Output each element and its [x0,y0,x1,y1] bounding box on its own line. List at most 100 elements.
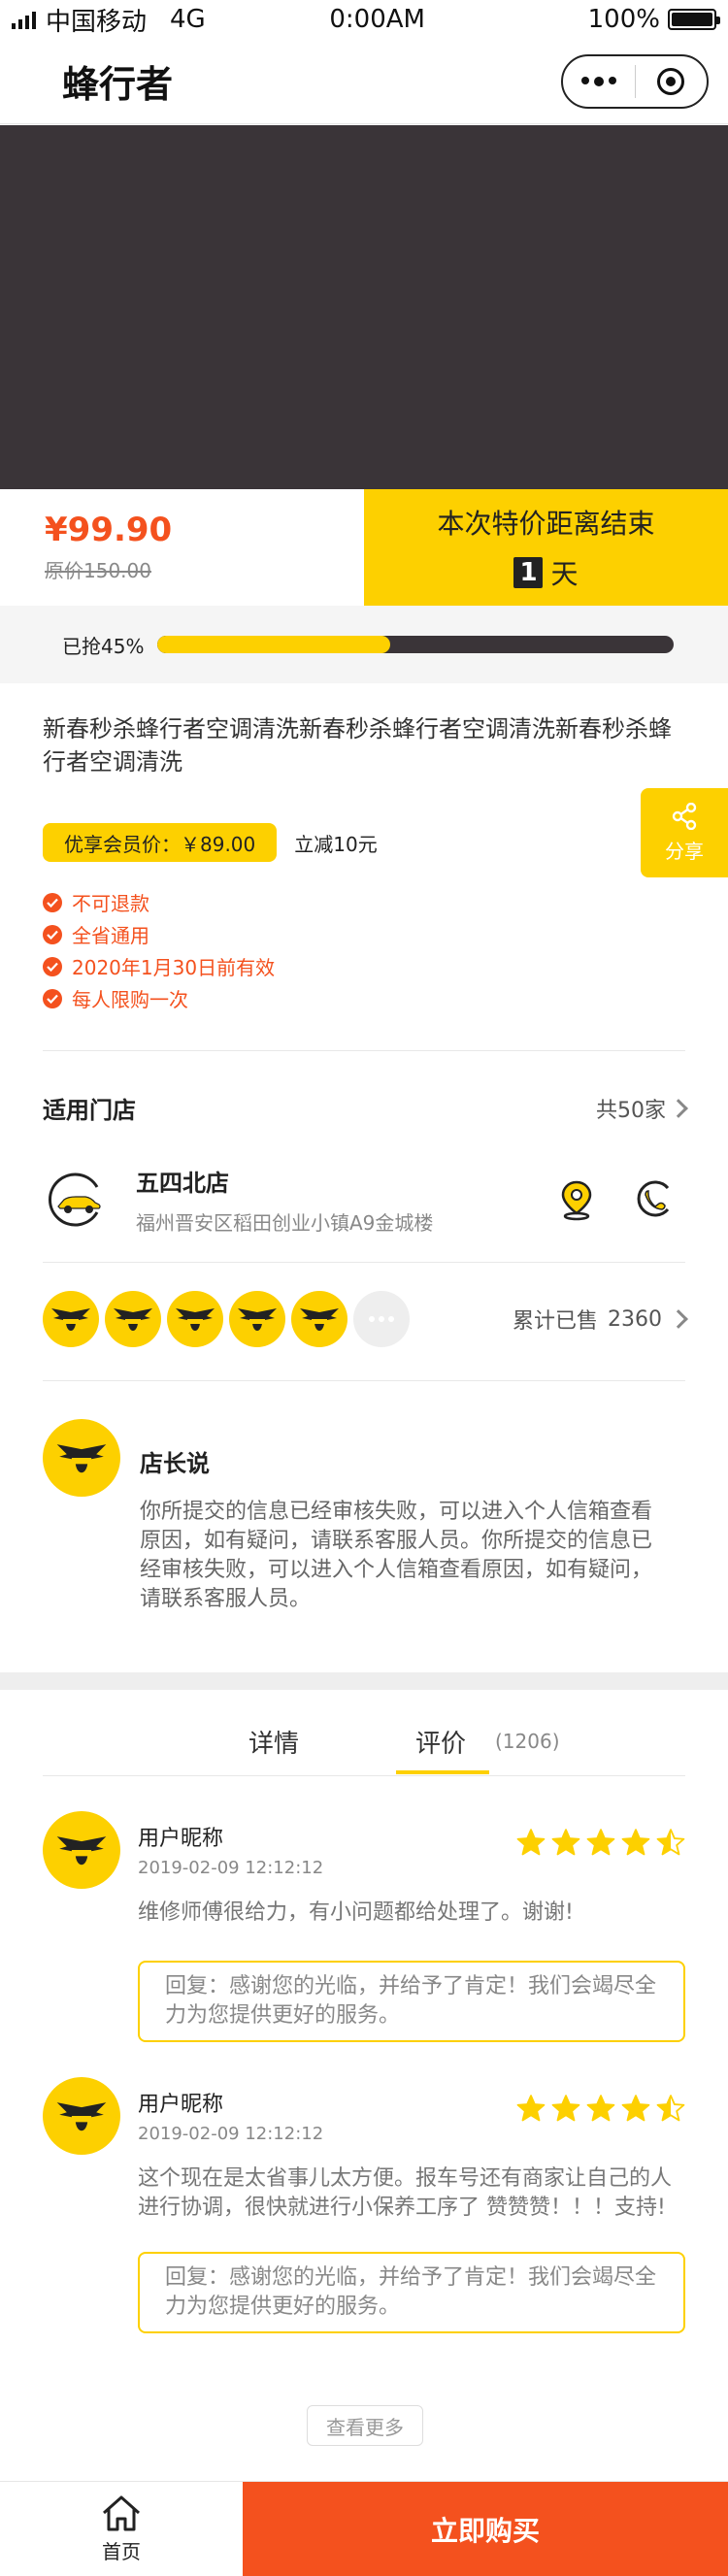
review-item: 用户昵称 2019-02-09 12:12:12 这个现在是太省事儿太方便。报车… [43,2077,685,2333]
divider [43,1380,685,1381]
reviewer-name: 用户昵称 [138,1827,224,1851]
bee-logo-icon [51,1308,90,1331]
chevron-right-icon [669,1098,688,1118]
store-address: 福州晋安区稻田创业小镇A9金城楼 [136,1211,434,1235]
tab-reviews[interactable]: 评价 [415,1724,466,1760]
home-tab[interactable]: 首页 [0,2482,243,2576]
current-price: ¥99.90 [45,511,173,549]
page-title: 蜂行者 [62,63,174,106]
tab-details[interactable]: 详情 [248,1724,299,1760]
phone-icon[interactable] [635,1178,676,1219]
review-item: 用户昵称 2019-02-09 12:12:12 维修师傅很给力，有小问题都给处… [43,1811,685,2042]
more-buyers-icon [353,1291,410,1347]
buyer-avatars [43,1291,410,1347]
owner-says-section: 店长说 你所提交的信息已经审核失败，可以进入个人信箱查看原因，如有疑问，请联系客… [43,1419,685,1614]
buyers-row[interactable]: 累计已售 2360 [43,1287,688,1351]
close-mini-program-button[interactable] [636,56,708,107]
bee-logo-icon [56,2102,107,2131]
carrier-name: 中国移动 [46,7,148,37]
star-icon [551,2095,580,2122]
stores-title: 适用门店 [43,1097,136,1124]
check-icon [43,924,62,944]
check-icon [43,892,62,912]
chevron-right-icon [669,1309,688,1329]
mini-program-capsule [561,53,709,109]
feature-item: 每人限购一次 [43,985,275,1011]
star-icon [551,1829,580,1856]
progress-fill [157,636,390,653]
review-date: 2019-02-09 12:12:12 [138,2124,324,2144]
star-icon [516,1829,546,1856]
bee-logo-icon [176,1308,215,1331]
nav-bar: 蜂行者 [0,39,728,124]
review-text: 维修师傅很给力，有小问题都给处理了。谢谢! [138,1900,574,1925]
product-banner[interactable] [0,125,728,489]
product-features: 不可退款 全省通用 2020年1月30日前有效 每人限购一次 [43,889,275,1011]
tabs-divider [43,1775,685,1776]
see-more-button[interactable]: 查看更多 [307,2405,423,2446]
battery-icon [667,9,720,30]
avatar [105,1291,161,1347]
star-icon [586,1829,615,1856]
bee-logo-icon [56,1444,107,1473]
avatar [43,1291,99,1347]
divider [43,1262,685,1263]
status-bar: 中国移动 4G 0:00AM 100% [0,0,728,39]
store-item[interactable]: 五四北店 福州晋安区稻田创业小镇A9金城楼 [43,1151,685,1248]
share-button[interactable]: 分享 [641,788,728,877]
stores-count-link[interactable]: 共50家 [596,1093,688,1124]
rating-stars [516,1829,685,1856]
battery-percent: 100% [587,5,660,34]
avatar [229,1291,285,1347]
buy-now-button[interactable]: 立即购买 [243,2482,728,2576]
avatar [291,1291,347,1347]
star-icon [621,1829,650,1856]
location-pin-icon[interactable] [557,1178,596,1221]
original-price: 原价150.00 [45,559,151,582]
store-name: 五四北店 [136,1170,229,1197]
share-label: 分享 [665,839,704,863]
feature-item: 全省通用 [43,921,275,947]
clock: 0:00AM [329,5,425,34]
divider [43,1050,685,1051]
feature-item: 2020年1月30日前有效 [43,953,275,979]
progress-bar [157,636,674,653]
owner-title: 店长说 [140,1450,210,1477]
network-type: 4G [170,5,206,34]
share-icon [672,802,697,830]
discount-text: 立减10元 [294,832,378,856]
home-label: 首页 [102,2540,141,2563]
target-icon [657,67,685,95]
merchant-reply: 回复：感谢您的光临，并给予了肯定！我们会竭尽全力为您提供更好的服务。 [138,2252,685,2333]
more-dots-icon [580,76,616,86]
bee-logo-icon [300,1308,339,1331]
countdown-days: 1 [513,557,544,588]
star-icon [621,2095,650,2122]
rating-stars [516,2095,685,2122]
star-icon [586,2095,615,2122]
star-icon [516,2095,546,2122]
more-button[interactable] [563,56,635,107]
owner-avatar [43,1419,120,1497]
sold-count[interactable]: 累计已售 2360 [513,1304,688,1335]
merchant-reply: 回复：感谢您的光临，并给予了肯定！我们会竭尽全力为您提供更好的服务。 [138,1961,685,2042]
home-icon [103,2495,140,2531]
half-star-icon [656,1829,685,1856]
countdown-title: 本次特价距离结束 [437,508,655,540]
review-date: 2019-02-09 12:12:12 [138,1858,324,1878]
check-icon [43,988,62,1008]
owner-text: 你所提交的信息已经审核失败，可以进入个人信箱查看原因，如有疑问，请联系客服人员。… [140,1500,653,1611]
product-title: 新春秒杀蜂行者空调清洗新春秒杀蜂行者空调清洗新春秒杀蜂行者空调清洗 [43,715,672,776]
avatar [43,1811,120,1889]
member-price-row: 优享会员价：￥89.00 立减10元 [43,823,378,862]
price-row: ¥99.90 原价150.00 本次特价距离结束 1 天 [0,489,728,606]
member-price-badge: 优享会员价：￥89.00 [43,823,278,862]
bottom-bar: 首页 立即购买 [0,2481,728,2576]
detail-tabs: 详情 评价 (1206) [0,1724,728,1776]
section-gap [0,1672,728,1690]
progress-label: 已抢45% [62,634,145,658]
active-tab-indicator [396,1770,489,1774]
countdown-unit: 天 [550,558,579,590]
stores-header[interactable]: 适用门店 共50家 [43,1091,688,1125]
avatar [43,2077,120,2155]
